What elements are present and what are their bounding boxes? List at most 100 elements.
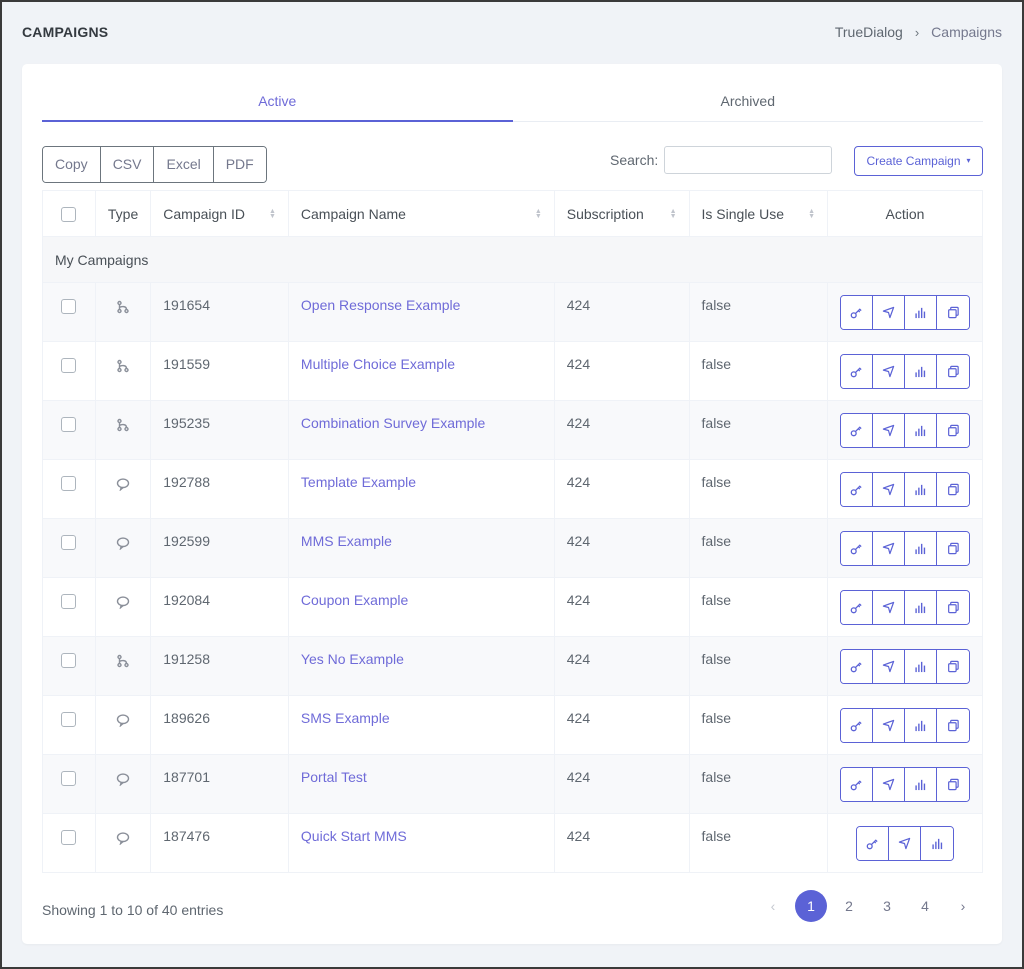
action-buttons <box>840 767 970 802</box>
statistics-button[interactable] <box>905 296 937 329</box>
row-checkbox[interactable] <box>61 652 77 668</box>
type-cell <box>94 813 152 873</box>
row-checkbox[interactable] <box>61 770 77 786</box>
row-checkbox[interactable] <box>61 534 77 550</box>
keyword-button[interactable] <box>857 827 889 860</box>
statistics-button[interactable] <box>905 709 937 742</box>
keyword-button[interactable] <box>841 768 873 801</box>
keyword-button[interactable] <box>841 532 873 565</box>
table-row: 192788 Template Example 424 false <box>42 459 983 519</box>
send-button[interactable] <box>873 532 905 565</box>
breadcrumb: TrueDialog › Campaigns <box>835 24 1002 40</box>
send-button[interactable] <box>873 355 905 388</box>
campaign-id-cell: 187701 <box>150 754 289 814</box>
send-button[interactable] <box>873 650 905 683</box>
next-page-button[interactable]: › <box>947 890 979 922</box>
keyword-button[interactable] <box>841 650 873 683</box>
column-header-is-single-use[interactable]: Is Single Use ▲ ▼ <box>688 190 829 237</box>
duplicate-button[interactable] <box>937 296 969 329</box>
row-checkbox[interactable] <box>61 475 77 491</box>
tab-archived[interactable]: Archived <box>513 86 984 121</box>
send-button[interactable] <box>873 709 905 742</box>
keyword-button[interactable] <box>841 414 873 447</box>
campaign-name-link[interactable]: Open Response Example <box>301 297 461 313</box>
duplicate-button[interactable] <box>937 768 969 801</box>
copy-button[interactable]: Copy <box>43 147 101 182</box>
send-button[interactable] <box>873 473 905 506</box>
duplicate-button[interactable] <box>937 709 969 742</box>
csv-button[interactable]: CSV <box>100 147 155 182</box>
keyword-button[interactable] <box>841 473 873 506</box>
keyword-button[interactable] <box>841 355 873 388</box>
duplicate-button[interactable] <box>937 591 969 624</box>
keyword-button[interactable] <box>841 591 873 624</box>
campaign-name-link[interactable]: Multiple Choice Example <box>301 356 455 372</box>
search-input[interactable] <box>664 146 833 174</box>
page-3-button[interactable]: 3 <box>871 890 903 922</box>
row-checkbox[interactable] <box>61 829 77 845</box>
table-row: 192084 Coupon Example 424 false <box>42 577 983 637</box>
column-header-campaign-name[interactable]: Campaign Name ▲ ▼ <box>287 190 555 237</box>
key-icon <box>850 660 863 673</box>
statistics-button[interactable] <box>905 591 937 624</box>
select-all-checkbox[interactable] <box>61 207 77 223</box>
group-label: My Campaigns <box>42 236 983 283</box>
excel-button[interactable]: Excel <box>154 147 214 182</box>
breadcrumb-home[interactable]: TrueDialog <box>835 24 903 40</box>
column-header-subscription[interactable]: Subscription ▲ ▼ <box>553 190 690 237</box>
campaign-name-link[interactable]: Quick Start MMS <box>301 828 407 844</box>
statistics-button[interactable] <box>905 532 937 565</box>
row-select-cell <box>42 341 96 401</box>
page-1-button[interactable]: 1 <box>795 890 827 922</box>
create-campaign-button[interactable]: Create Campaign ▾ <box>854 146 983 176</box>
pdf-button[interactable]: PDF <box>213 147 266 182</box>
statistics-button[interactable] <box>905 355 937 388</box>
previous-page-button[interactable]: ‹ <box>757 890 789 922</box>
campaign-name-link[interactable]: MMS Example <box>301 533 392 549</box>
statistics-button[interactable] <box>905 650 937 683</box>
sort-icon: ▲ ▼ <box>808 207 815 220</box>
row-checkbox[interactable] <box>61 298 77 314</box>
send-button[interactable] <box>873 591 905 624</box>
duplicate-button[interactable] <box>937 532 969 565</box>
keyword-button[interactable] <box>841 296 873 329</box>
campaign-name-link[interactable]: Portal Test <box>301 769 367 785</box>
row-checkbox[interactable] <box>61 711 77 727</box>
campaign-name-link[interactable]: Template Example <box>301 474 416 490</box>
table-row: 191258 Yes No Example 424 false <box>42 636 983 696</box>
campaign-name-link[interactable]: Combination Survey Example <box>301 415 485 431</box>
column-header-campaign-id[interactable]: Campaign ID ▲ ▼ <box>150 190 289 237</box>
row-checkbox[interactable] <box>61 593 77 609</box>
campaign-name-link[interactable]: Yes No Example <box>301 651 404 667</box>
row-checkbox[interactable] <box>61 357 77 373</box>
keyword-button[interactable] <box>841 709 873 742</box>
duplicate-button[interactable] <box>937 473 969 506</box>
statistics-button[interactable] <box>905 768 937 801</box>
send-button[interactable] <box>873 296 905 329</box>
row-checkbox[interactable] <box>61 416 77 432</box>
bar-chart-icon <box>914 778 927 791</box>
action-buttons <box>840 649 970 684</box>
send-button[interactable] <box>889 827 921 860</box>
action-buttons <box>840 413 970 448</box>
send-button[interactable] <box>873 414 905 447</box>
page-2-button[interactable]: 2 <box>833 890 865 922</box>
duplicate-button[interactable] <box>937 650 969 683</box>
duplicate-button[interactable] <box>937 355 969 388</box>
statistics-button[interactable] <box>905 414 937 447</box>
key-icon <box>850 483 863 496</box>
campaign-id-cell: 191559 <box>150 341 289 401</box>
statistics-button[interactable] <box>905 473 937 506</box>
send-button[interactable] <box>873 768 905 801</box>
duplicate-button[interactable] <box>937 414 969 447</box>
campaign-name-link[interactable]: Coupon Example <box>301 592 408 608</box>
action-cell <box>827 813 983 873</box>
table-row: 191654 Open Response Example 424 false <box>42 282 983 342</box>
statistics-button[interactable] <box>921 827 953 860</box>
chat-bubble-icon <box>116 477 130 492</box>
column-header-label: Campaign Name <box>300 205 406 222</box>
tab-active[interactable]: Active <box>42 86 513 122</box>
page-4-button[interactable]: 4 <box>909 890 941 922</box>
campaign-name-link[interactable]: SMS Example <box>301 710 390 726</box>
action-cell <box>827 754 983 814</box>
